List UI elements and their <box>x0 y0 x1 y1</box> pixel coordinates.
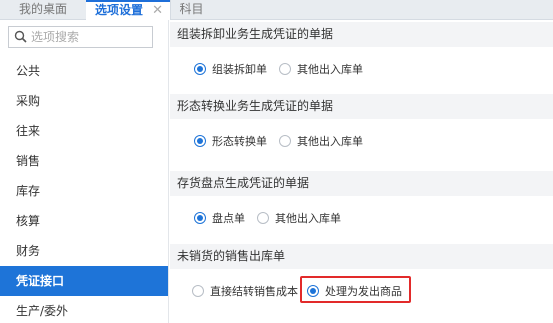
option-group: 盘点单 其他出入库单 <box>170 196 553 240</box>
option-label: 直接结转销售成本 <box>210 285 298 298</box>
radio-goods-shipped[interactable]: 处理为发出商品 <box>307 283 402 299</box>
sidebar-item-public[interactable]: 公共 <box>0 56 168 86</box>
settings-panel: 组装拆卸业务生成凭证的单据 组装拆卸单 其他出入库单 形态转换业务生成凭证的单据… <box>170 20 553 323</box>
option-label: 处理为发出商品 <box>325 285 402 298</box>
sidebar-item-sales[interactable]: 销售 <box>0 146 168 176</box>
option-group: 形态转换单 其他出入库单 <box>170 119 553 163</box>
option-label: 其他出入库单 <box>297 63 363 76</box>
sidebar-item-costing[interactable]: 核算 <box>0 206 168 236</box>
radio-selected-icon[interactable] <box>194 135 206 147</box>
sidebar-item-purchase[interactable]: 采购 <box>0 86 168 116</box>
option-label: 形态转换单 <box>212 135 267 148</box>
option-label: 组装拆卸单 <box>212 63 267 76</box>
radio-selected-icon[interactable] <box>307 285 319 297</box>
tab-option-settings[interactable]: 选项设置 ✕ <box>86 0 170 20</box>
sidebar-item-production-outsourcing[interactable]: 生产/委外 <box>0 296 168 323</box>
search-box <box>8 26 153 48</box>
radio-unselected-icon[interactable] <box>192 285 204 297</box>
radio-selected-icon[interactable] <box>194 212 206 224</box>
radio-unselected-icon[interactable] <box>279 63 291 75</box>
option-label: 其他出入库单 <box>297 135 363 148</box>
close-icon[interactable]: ✕ <box>152 3 163 19</box>
radio-direct-cost-transfer[interactable]: 直接结转销售成本 <box>192 283 298 299</box>
sidebar-menu: 公共 采购 往来 销售 库存 核算 财务 凭证接口 生产/委外 <box>0 56 168 323</box>
search-icon <box>14 30 27 43</box>
section-title: 存货盘点生成凭证的单据 <box>170 171 553 196</box>
option-label: 盘点单 <box>212 212 245 225</box>
sidebar-item-inventory[interactable]: 库存 <box>0 176 168 206</box>
radio-selected-icon[interactable] <box>194 63 206 75</box>
section-unsold-outbound: 未销货的销售出库单 直接结转销售成本 处理为发出商品 <box>170 244 553 313</box>
section-form-conversion: 形态转换业务生成凭证的单据 形态转换单 其他出入库单 <box>170 94 553 163</box>
option-label: 其他出入库单 <box>275 212 341 225</box>
tab-my-desktop[interactable]: 我的桌面 <box>0 0 86 20</box>
radio-other-io-doc[interactable]: 其他出入库单 <box>279 133 363 149</box>
radio-other-io-doc[interactable]: 其他出入库单 <box>279 61 363 77</box>
tab-label: 选项设置 <box>95 3 144 17</box>
radio-assembly-doc[interactable]: 组装拆卸单 <box>194 61 267 77</box>
section-title: 未销货的销售出库单 <box>170 244 553 269</box>
sidebar-item-finance[interactable]: 财务 <box>0 236 168 266</box>
section-assembly: 组装拆卸业务生成凭证的单据 组装拆卸单 其他出入库单 <box>170 22 553 91</box>
radio-stocktake-doc[interactable]: 盘点单 <box>194 210 245 226</box>
section-title: 组装拆卸业务生成凭证的单据 <box>170 22 553 47</box>
sidebar-item-voucher-interface[interactable]: 凭证接口 <box>0 266 168 296</box>
option-group: 组装拆卸单 其他出入库单 <box>170 47 553 91</box>
radio-other-io-doc[interactable]: 其他出入库单 <box>257 210 341 226</box>
radio-unselected-icon[interactable] <box>257 212 269 224</box>
sidebar-item-receivables[interactable]: 往来 <box>0 116 168 146</box>
section-stocktake: 存货盘点生成凭证的单据 盘点单 其他出入库单 <box>170 171 553 240</box>
option-group: 直接结转销售成本 处理为发出商品 <box>170 269 553 313</box>
sidebar: 公共 采购 往来 销售 库存 核算 财务 凭证接口 生产/委外 <box>0 20 169 323</box>
radio-form-conversion-doc[interactable]: 形态转换单 <box>194 133 267 149</box>
section-title: 形态转换业务生成凭证的单据 <box>170 94 553 119</box>
tab-accounts[interactable]: 科目 <box>170 0 212 20</box>
tab-bar: 我的桌面 选项设置 ✕ 科目 <box>0 0 553 20</box>
search-input[interactable] <box>31 28 149 46</box>
radio-unselected-icon[interactable] <box>279 135 291 147</box>
